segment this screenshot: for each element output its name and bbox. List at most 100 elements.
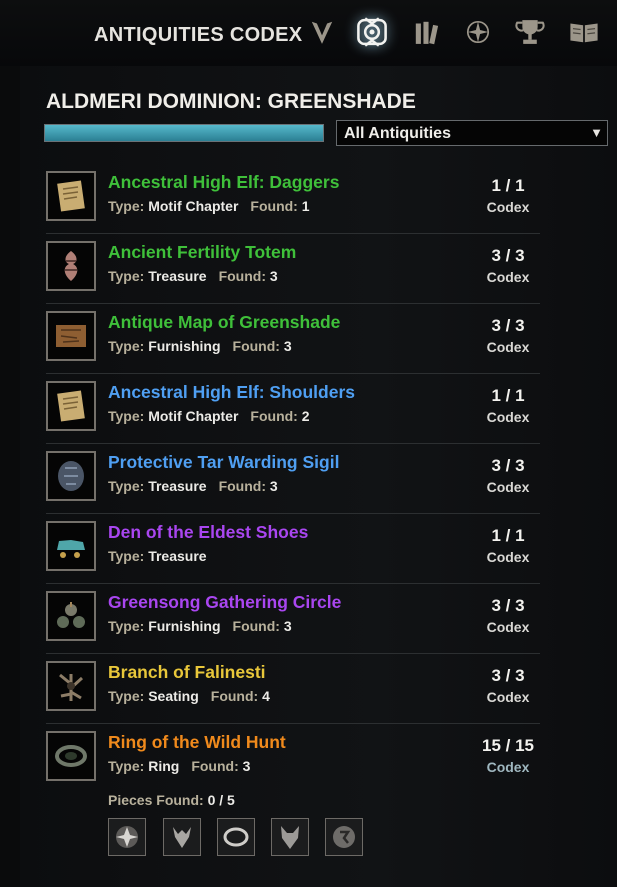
antiquities-codex-icon <box>357 17 387 47</box>
antiquity-name: Ancient Fertility Totem <box>108 242 297 262</box>
antiquity-name: Ring of the Wild Hunt <box>108 732 286 752</box>
antiquity-name: Den of the Eldest Shoes <box>108 522 309 542</box>
type-label: Type: <box>108 618 145 634</box>
codex-count: 3 / 3 <box>491 316 525 335</box>
antiquity-meta: Type: Treasure <box>108 548 207 564</box>
codex-count: 1 / 1 <box>491 526 525 545</box>
antiquity-row[interactable]: Den of the Eldest Shoes Type: Treasure 1 /… <box>46 521 540 591</box>
antler-pendant-icon <box>173 827 191 848</box>
stone-rune-icon <box>333 826 355 848</box>
branch-icon <box>59 673 84 701</box>
antiquity-found: 3 <box>242 758 251 774</box>
antiquity-row[interactable]: Protective Tar Warding Sigil Type: Treasu… <box>46 451 540 521</box>
antiquity-found: 1 <box>301 198 310 214</box>
antiquity-meta: Type: Motif Chapter Found: 1 <box>108 198 310 214</box>
books-icon <box>415 21 439 45</box>
shoes-icon <box>57 540 85 558</box>
antiquity-type: Furnishing <box>148 618 221 634</box>
tab-antiquities-codex[interactable] <box>350 8 394 56</box>
filter-selected-label: All Antiquities <box>344 125 451 142</box>
antiquity-type: Treasure <box>148 548 207 564</box>
mythic-piece-2[interactable] <box>163 818 201 856</box>
codex-label: Codex <box>486 409 530 425</box>
found-label: Found: <box>232 618 280 634</box>
zone-title: ALDMERI DOMINION: GREENSHADE <box>46 90 416 113</box>
antiquity-type: Furnishing <box>148 338 221 354</box>
codex-count: 3 / 3 <box>491 456 525 475</box>
tab-trophy[interactable] <box>508 8 552 56</box>
antiquity-meta: Type: Treasure Found: 3 <box>108 268 278 284</box>
antiquity-meta: Type: Ring Found: 3 <box>108 758 250 774</box>
map-icon <box>56 325 86 347</box>
row-divider <box>46 723 540 724</box>
type-label: Type: <box>108 408 145 424</box>
antiquity-type: Treasure <box>148 478 207 494</box>
type-label: Type: <box>108 268 145 284</box>
antiquity-found: 4 <box>262 688 270 704</box>
antiquity-name: Ancestral High Elf: Shoulders <box>108 382 355 402</box>
antiquity-filter-dropdown[interactable]: All Antiquities ▼ <box>336 120 608 146</box>
found-label: Found: <box>232 338 280 354</box>
row-divider <box>46 653 540 654</box>
codex-label: Codex <box>486 269 530 285</box>
mythic-piece-4[interactable] <box>271 818 309 856</box>
codex-label: Codex <box>486 479 530 495</box>
antiquity-meta: Type: Furnishing Found: 3 <box>108 618 292 634</box>
row-divider <box>46 513 540 514</box>
antiquity-row[interactable]: Ring of the Wild Hunt Type: Ring Found: 3 1… <box>46 731 540 801</box>
found-label: Found: <box>191 758 239 774</box>
antiquity-name: Protective Tar Warding Sigil <box>108 452 340 472</box>
codex-label: Codex <box>486 619 530 635</box>
antiquity-found: 3 <box>269 478 278 494</box>
codex-count: 3 / 3 <box>491 246 525 265</box>
antiquity-thumbnail <box>46 521 96 571</box>
tab-compass-star[interactable] <box>456 8 500 56</box>
antiquity-row[interactable]: Branch of Falinesti Type: Seating Found: 4… <box>46 661 540 731</box>
antiquity-name: Greensong Gathering Circle <box>108 592 342 612</box>
antiquity-thumbnail <box>46 381 96 431</box>
ring-band-icon <box>223 827 249 847</box>
antiquity-type: Motif Chapter <box>148 198 239 214</box>
antiquity-thumbnail <box>46 311 96 361</box>
compass-star-icon <box>466 20 490 44</box>
tab-dominion-emblem[interactable] <box>300 8 344 56</box>
row-divider <box>46 373 540 374</box>
window-title: ANTIQUITIES CODEX <box>94 24 303 46</box>
antiquity-row[interactable]: Antique Map of Greenshade Type: Furnishin… <box>46 311 540 381</box>
antiquity-row[interactable]: Ancestral High Elf: Shoulders Type: Motif… <box>46 381 540 451</box>
scroll-icon <box>57 390 85 422</box>
mythic-piece-3[interactable] <box>217 818 255 856</box>
mythic-piece-1[interactable] <box>108 818 146 856</box>
found-label: Found: <box>218 478 266 494</box>
antiquity-found: 3 <box>283 618 292 634</box>
antiquity-thumbnail <box>46 451 96 501</box>
codex-count: 3 / 3 <box>491 596 525 615</box>
found-label: Found: <box>218 268 266 284</box>
pieces-found: Pieces Found: 0 / 5 <box>108 792 235 808</box>
antiquity-type: Motif Chapter <box>148 408 239 424</box>
found-label: Found: <box>210 688 259 704</box>
codex-count: 1 / 1 <box>491 176 525 195</box>
codex-label: Codex <box>486 689 530 705</box>
dropdown-arrow-icon: ▼ <box>590 125 603 140</box>
antiquity-thumbnail <box>46 241 96 291</box>
zone-progress-bar <box>44 124 324 142</box>
tab-open-book[interactable] <box>562 8 606 56</box>
type-label: Type: <box>108 688 145 704</box>
mythic-piece-5[interactable] <box>325 818 363 856</box>
ring-icon <box>55 745 87 767</box>
codex-count: 3 / 3 <box>491 666 525 685</box>
antiquity-found: 3 <box>269 268 278 284</box>
stone-circle-icon <box>57 602 85 628</box>
antiquity-thumbnail <box>46 171 96 221</box>
antiquity-row[interactable]: Ancestral High Elf: Daggers Type: Motif C… <box>46 171 540 241</box>
sigil-icon <box>58 461 84 491</box>
codex-label: Codex <box>486 199 530 215</box>
pieces-found-value: 0 / 5 <box>207 792 235 808</box>
antiquity-row[interactable]: Ancient Fertility Totem Type: Treasure Fou… <box>46 241 540 311</box>
antiquity-meta: Type: Furnishing Found: 3 <box>108 338 292 354</box>
antiquity-meta: Type: Seating Found: 4 <box>108 688 270 704</box>
antiquity-row[interactable]: Greensong Gathering Circle Type: Furnishi… <box>46 591 540 661</box>
tab-books[interactable] <box>404 8 448 56</box>
pieces-found-label: Pieces Found: <box>108 792 204 808</box>
